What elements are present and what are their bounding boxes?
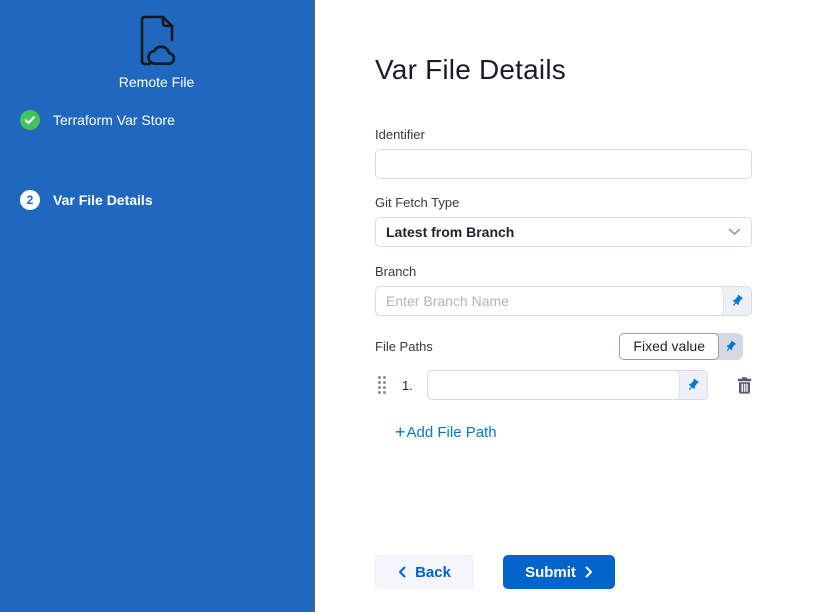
sidebar-step-terraform-var-store[interactable]: Terraform Var Store bbox=[20, 110, 303, 130]
file-path-row-index: 1. bbox=[402, 378, 413, 393]
step-number-badge: 2 bbox=[20, 190, 40, 210]
pin-icon bbox=[727, 291, 747, 311]
submit-button[interactable]: Submit bbox=[503, 555, 615, 589]
file-path-row: 1. bbox=[375, 370, 752, 400]
page-title: Var File Details bbox=[375, 53, 836, 87]
git-fetch-type-label: Git Fetch Type bbox=[375, 195, 752, 210]
remote-file-cloud-icon bbox=[132, 14, 182, 68]
chevron-down-icon bbox=[728, 228, 741, 236]
fixed-value-label: Fixed value bbox=[619, 333, 719, 360]
step-label-terraform-var-store: Terraform Var Store bbox=[53, 112, 175, 128]
file-paths-input-type-button[interactable]: Fixed value bbox=[619, 333, 743, 360]
wizard-sidebar: Remote File Terraform Var Store 2 Var Fi… bbox=[0, 0, 315, 612]
chevron-left-icon bbox=[398, 566, 406, 578]
branch-input-wrap bbox=[375, 286, 752, 316]
store-type-label: Remote File bbox=[0, 74, 313, 90]
file-path-input-wrap bbox=[427, 370, 708, 400]
var-file-details-panel: Var File Details Identifier Git Fetch Ty… bbox=[317, 0, 836, 612]
delete-file-path-button[interactable] bbox=[737, 377, 752, 394]
step-label-var-file-details: Var File Details bbox=[53, 192, 153, 208]
pin-icon bbox=[683, 375, 703, 395]
check-circle-icon bbox=[20, 110, 40, 130]
branch-input[interactable] bbox=[376, 287, 723, 315]
add-file-path-button[interactable]: + Add File Path bbox=[395, 424, 497, 441]
git-fetch-type-select[interactable]: Latest from Branch bbox=[375, 217, 752, 247]
submit-button-label: Submit bbox=[525, 564, 576, 581]
branch-runtime-pin-button[interactable] bbox=[723, 287, 751, 315]
identifier-label: Identifier bbox=[375, 127, 752, 142]
identifier-input[interactable] bbox=[375, 149, 752, 179]
file-path-input[interactable] bbox=[428, 371, 679, 399]
chevron-right-icon bbox=[585, 566, 593, 578]
pin-icon bbox=[721, 337, 739, 355]
git-fetch-type-value: Latest from Branch bbox=[386, 224, 514, 240]
sidebar-step-var-file-details[interactable]: 2 Var File Details bbox=[20, 190, 303, 210]
file-paths-label: File Paths bbox=[375, 339, 433, 354]
store-type-block: Remote File bbox=[0, 14, 313, 90]
trash-icon bbox=[737, 377, 752, 394]
back-button-label: Back bbox=[415, 564, 451, 581]
plus-icon: + bbox=[395, 425, 406, 440]
add-file-path-label: Add File Path bbox=[407, 424, 497, 441]
drag-handle-icon[interactable] bbox=[378, 376, 386, 394]
branch-label: Branch bbox=[375, 264, 752, 279]
back-button[interactable]: Back bbox=[375, 555, 474, 589]
file-path-runtime-pin-button[interactable] bbox=[679, 371, 707, 399]
